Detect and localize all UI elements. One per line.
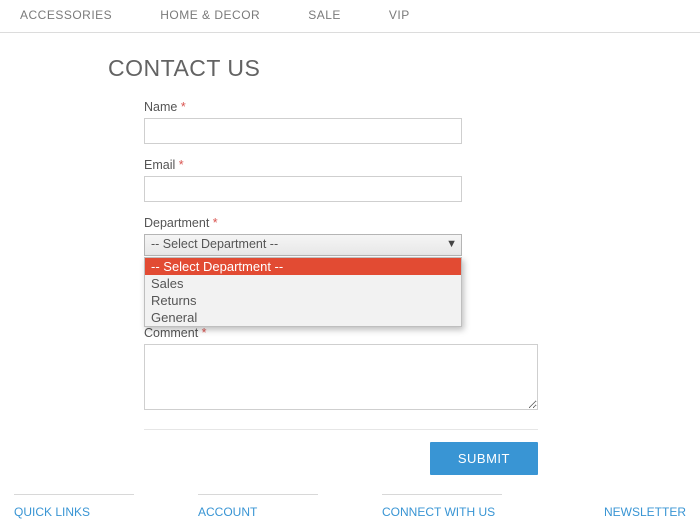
name-label: Name * <box>144 100 700 114</box>
footer-link-connect: CONNECT WITH US <box>382 505 495 519</box>
department-select[interactable]: -- Select Department -- ▼ <box>144 234 462 256</box>
footer-link-quick: QUICK LINKS <box>14 505 90 519</box>
footer-link-account: ACCOUNT <box>198 505 257 519</box>
footer-link-newsletter: NEWSLETTER <box>604 505 686 519</box>
required-mark: * <box>202 326 207 340</box>
nav-item-sale[interactable]: SALE <box>308 8 341 22</box>
page-body: CONTACT US Name * Email * Department * -… <box>0 33 700 475</box>
divider <box>382 494 502 495</box>
email-label: Email * <box>144 158 700 172</box>
department-option-sales[interactable]: Sales <box>145 275 461 292</box>
comment-textarea[interactable] <box>144 344 538 410</box>
department-label: Department * <box>144 216 700 230</box>
field-email: Email * <box>108 158 700 202</box>
department-selected-value: -- Select Department -- <box>151 237 278 251</box>
submit-button[interactable]: SUBMIT <box>430 442 538 475</box>
field-department: Department * -- Select Department -- ▼ -… <box>108 216 700 256</box>
nav-item-home-decor[interactable]: HOME & DECOR <box>160 8 260 22</box>
page-title: CONTACT US <box>108 55 700 82</box>
department-option-placeholder[interactable]: -- Select Department -- <box>145 258 461 275</box>
name-label-text: Name <box>144 100 177 114</box>
footer-col-quick-links[interactable]: QUICK LINKS <box>14 476 134 519</box>
department-option-general[interactable]: General <box>145 309 461 326</box>
nav-item-accessories[interactable]: ACCESSORIES <box>20 8 112 22</box>
footer-col-newsletter[interactable]: NEWSLETTER <box>604 487 686 519</box>
field-name: Name * <box>108 100 700 144</box>
chevron-down-icon: ▼ <box>446 238 457 250</box>
divider <box>198 494 318 495</box>
footer: QUICK LINKS ACCOUNT CONNECT WITH US NEWS… <box>0 476 700 525</box>
required-mark: * <box>179 158 184 172</box>
footer-col-connect[interactable]: CONNECT WITH US <box>382 476 502 519</box>
name-input[interactable] <box>144 118 462 144</box>
email-input[interactable] <box>144 176 462 202</box>
top-nav: ACCESSORIES HOME & DECOR SALE VIP <box>0 0 700 33</box>
field-comment: Comment * <box>108 326 700 415</box>
department-label-text: Department <box>144 216 209 230</box>
department-dropdown[interactable]: -- Select Department -- Sales Returns Ge… <box>144 257 462 327</box>
department-option-returns[interactable]: Returns <box>145 292 461 309</box>
footer-col-account[interactable]: ACCOUNT <box>198 476 318 519</box>
comment-label: Comment * <box>144 326 700 340</box>
required-mark: * <box>181 100 186 114</box>
nav-item-vip[interactable]: VIP <box>389 8 410 22</box>
email-label-text: Email <box>144 158 175 172</box>
divider <box>14 494 134 495</box>
comment-label-text: Comment <box>144 326 198 340</box>
required-mark: * <box>213 216 218 230</box>
submit-row: SUBMIT <box>144 429 538 475</box>
